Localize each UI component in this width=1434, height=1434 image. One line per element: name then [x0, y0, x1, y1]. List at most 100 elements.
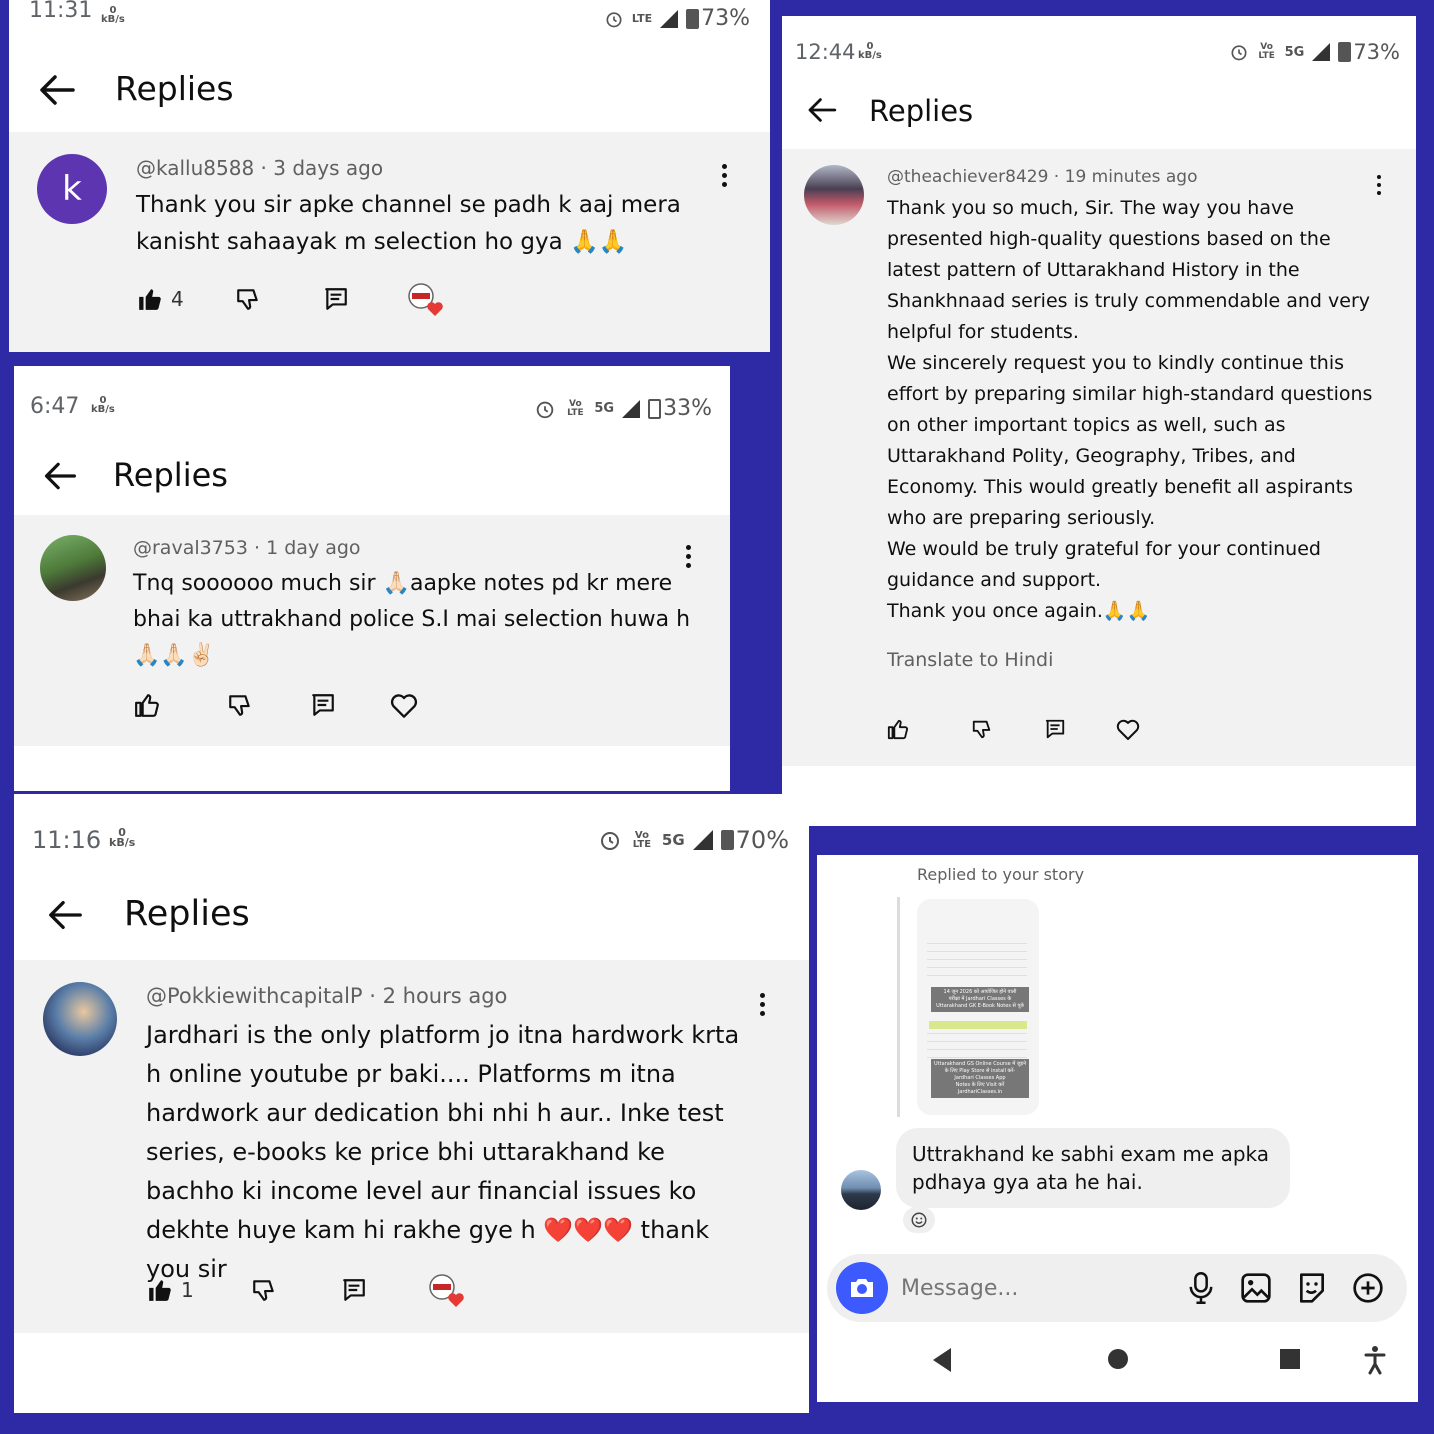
avatar[interactable] [43, 982, 117, 1056]
story-highlight [929, 1021, 1027, 1029]
more-options-icon[interactable] [686, 545, 692, 568]
story-thumbnail[interactable]: 14 जून 2026 को आयोजित होने वाली परीक्षा … [917, 899, 1039, 1115]
creator-heart-button[interactable] [428, 1273, 466, 1307]
like-button[interactable]: 4 [137, 286, 235, 312]
battery-icon [1338, 42, 1352, 62]
status-kbs: 0 kB/s [858, 41, 882, 61]
comment-text: Jardhari is the only platform jo itna ha… [146, 1021, 740, 1283]
comment-card: @raval3753 · 1 day ago Tnq soooooo much … [14, 515, 730, 746]
avatar[interactable]: k [37, 154, 107, 224]
sender-avatar[interactable] [841, 1170, 881, 1210]
heart-button[interactable] [1116, 718, 1140, 740]
signal-icon [692, 830, 713, 850]
volte-indicator: Vo LTE [567, 398, 584, 418]
comment-paragraph: Thank you once again.🙏🙏 [887, 600, 1151, 622]
comment-actions: 1 [147, 1273, 466, 1307]
add-plus-icon[interactable] [1352, 1272, 1384, 1304]
heart-icon [390, 694, 418, 718]
reply-button[interactable] [310, 692, 390, 718]
gallery-icon[interactable] [1240, 1272, 1272, 1304]
replies-screen-2: 6:47 0 kB/s Vo LTE 5G 33% Replies @raval3… [14, 366, 730, 791]
translate-link[interactable]: Translate to Hindi [887, 649, 1053, 671]
message-input[interactable] [899, 1270, 1143, 1306]
battery-icon [648, 398, 662, 419]
nav-back-icon[interactable] [931, 1347, 953, 1373]
header: Replies [782, 80, 1416, 146]
page-title: Replies [124, 894, 250, 934]
comment-text: Tnq soooooo much sir 🙏🏻aapke notes pd kr… [133, 571, 691, 668]
battery-indicator: 33% [648, 396, 712, 421]
reply-comment-icon [343, 1279, 365, 1301]
message-bubble: Uttrakhand ke sabhi exam me apka pdhaya … [896, 1128, 1290, 1208]
more-options-icon[interactable] [1377, 175, 1383, 195]
comment-paragraph: We would be truly grateful for your cont… [887, 538, 1321, 591]
reply-comment-icon [312, 694, 334, 716]
avatar[interactable] [804, 165, 864, 225]
battery-icon [686, 8, 700, 29]
back-arrow-icon[interactable] [806, 96, 838, 124]
comment-time: 19 minutes ago [1064, 167, 1198, 187]
page-title: Replies [869, 94, 974, 128]
header: Replies [9, 55, 770, 125]
comment-actions [134, 692, 418, 718]
sticker-icon[interactable] [1296, 1272, 1328, 1304]
camera-button[interactable] [836, 1262, 888, 1314]
dislike-button[interactable] [227, 692, 310, 718]
back-arrow-icon[interactable] [37, 73, 77, 107]
status-icons: Vo LTE 5G 33% [534, 396, 712, 421]
thumbs-up-icon [135, 694, 159, 717]
microphone-icon[interactable] [1187, 1271, 1215, 1305]
back-arrow-icon[interactable] [42, 460, 78, 492]
comment-author[interactable]: @theachiever8429 [887, 167, 1048, 187]
more-options-icon[interactable] [760, 993, 766, 1016]
network-type: 5G [1284, 44, 1305, 60]
heart-button[interactable] [390, 692, 418, 718]
dislike-button[interactable] [251, 1277, 341, 1303]
comment-actions: 4 [137, 282, 445, 316]
story-banner-top: 14 जून 2026 को आयोजित होने वाली परीक्षा … [931, 987, 1029, 1012]
status-bar: 12:44 0 kB/s Vo LTE 5G 73% [782, 40, 1416, 70]
battery-icon [720, 830, 734, 850]
status-icons: Vo LTE 5G 73% [1229, 40, 1400, 64]
creator-heart-button[interactable] [407, 282, 445, 316]
creator-heart-icon [408, 283, 443, 316]
alarm-icon [1231, 45, 1247, 61]
replies-screen-1: 11:31 0 kB/s LTE 73% Replies k @kallu8588… [9, 0, 770, 352]
message-composer [827, 1254, 1407, 1322]
avatar[interactable] [40, 535, 106, 601]
more-options-icon[interactable] [722, 164, 728, 187]
nav-home-icon[interactable] [1107, 1348, 1129, 1370]
like-button[interactable] [887, 718, 971, 740]
thumbs-up-filled-icon [139, 289, 161, 310]
story-doc-lines [927, 943, 1027, 983]
comment-author[interactable]: @kallu8588 [136, 156, 254, 180]
replies-screen-3: 12:44 0 kB/s Vo LTE 5G 73% Replies @theac… [782, 16, 1416, 826]
comment-author[interactable]: @raval3753 [133, 537, 248, 559]
reply-button[interactable] [341, 1277, 428, 1303]
comment-author[interactable]: @PokkiewithcapitalP [146, 984, 363, 1008]
status-icons: LTE 73% [604, 6, 750, 31]
like-count: 1 [181, 1278, 194, 1302]
status-bar: 6:47 0 kB/s Vo LTE 5G 33% [14, 394, 730, 424]
reply-button[interactable] [323, 286, 407, 312]
dislike-button[interactable] [971, 718, 1044, 740]
comment-text: Thank you sir apke channel se padh k aaj… [136, 192, 681, 255]
comment-meta: @PokkiewithcapitalP · 2 hours ago [146, 984, 508, 1008]
replies-screen-4: 11:16 0 kB/s Vo LTE 5G 70% Replies @Pokki… [14, 794, 809, 1413]
heart-icon [1116, 719, 1140, 740]
nav-recents-icon[interactable] [1279, 1348, 1301, 1370]
like-button[interactable] [134, 692, 227, 718]
reply-button[interactable] [1044, 718, 1116, 740]
back-arrow-icon[interactable] [46, 898, 84, 932]
reaction-add-button[interactable] [903, 1207, 935, 1233]
page-title: Replies [115, 69, 234, 108]
add-reaction-icon [911, 1212, 927, 1228]
camera-icon [851, 1279, 873, 1297]
accessibility-icon[interactable] [1363, 1345, 1387, 1375]
story-banner-bottom: Uttarakhand GS Online Course में जुड़ने … [931, 1059, 1029, 1098]
like-button[interactable]: 1 [147, 1277, 251, 1303]
status-time: 12:44 [795, 40, 856, 64]
dislike-button[interactable] [235, 286, 323, 312]
status-time: 11:16 [32, 826, 102, 854]
battery-indicator: 70% [720, 826, 789, 854]
